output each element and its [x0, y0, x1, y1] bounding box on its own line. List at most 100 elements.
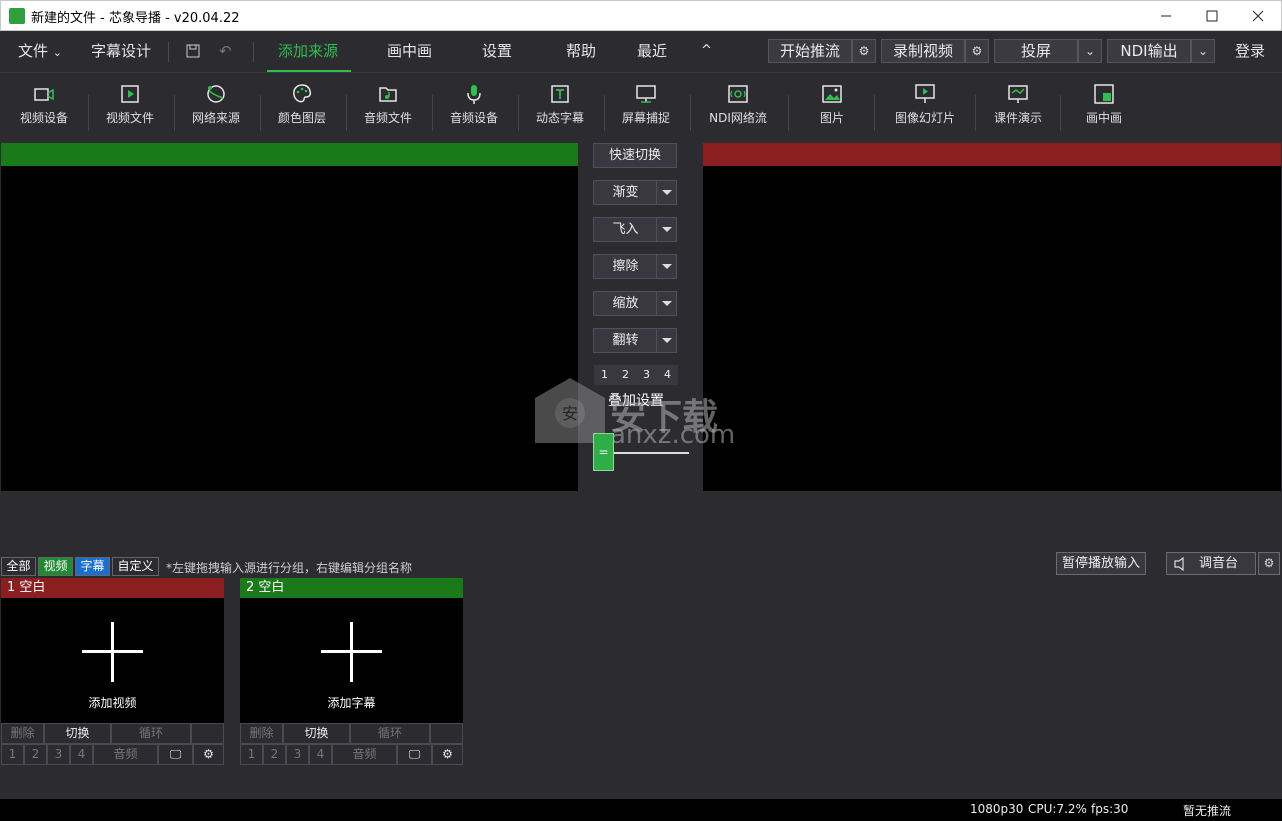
preview-monitor[interactable]	[1, 166, 578, 491]
save-icon[interactable]	[186, 31, 200, 71]
delete-button[interactable]: 删除	[240, 723, 283, 744]
group-tab-video[interactable]: 视频	[38, 557, 73, 576]
tool-video-device[interactable]: 视频设备	[2, 73, 86, 143]
watermark-url: anxz.com	[610, 420, 736, 450]
overlay-3-button[interactable]: 3	[47, 744, 70, 765]
record-settings-gear-icon[interactable]: ⚙	[965, 39, 989, 63]
overlay-4-button[interactable]: 4	[309, 744, 332, 765]
t-bar-handle[interactable]: =	[593, 433, 614, 471]
source-card-2[interactable]: 2 空白 添加字幕 删除 切换 循环 1 2 3 4 音频 🖵 ⚙	[240, 578, 463, 765]
video-device-icon	[34, 88, 54, 101]
menu-pip[interactable]: 画中画	[387, 31, 432, 71]
login-link[interactable]: 登录	[1235, 31, 1265, 71]
monitor-output-icon[interactable]: 🖵	[397, 744, 432, 765]
overlay-2-button[interactable]: 2	[263, 744, 286, 765]
cast-button[interactable]: 投屏	[994, 39, 1078, 63]
group-tab-all[interactable]: 全部	[1, 557, 36, 576]
loop-button[interactable]: 循环	[111, 723, 191, 744]
dropdown-arrow-icon[interactable]	[656, 329, 676, 352]
collapse-icon[interactable]: ^	[701, 31, 712, 71]
transition-zoom[interactable]: 缩放	[593, 291, 677, 316]
menu-recent[interactable]: 最近	[637, 31, 667, 71]
tool-audio-file[interactable]: 音频文件	[346, 73, 430, 143]
mixer-button[interactable]: 调音台	[1166, 552, 1256, 575]
close-button[interactable]	[1235, 1, 1281, 31]
overlay-4-button[interactable]: 4	[70, 744, 93, 765]
monitor-output-icon[interactable]: 🖵	[158, 744, 193, 765]
transition-fly-in[interactable]: 飞入	[593, 217, 677, 242]
group-tab-subtitle[interactable]: 字幕	[75, 557, 110, 576]
tool-color-layer[interactable]: 颜色图层	[260, 73, 344, 143]
record-video-button[interactable]: 录制视频	[881, 39, 965, 63]
overlay-2-button[interactable]: 2	[24, 744, 47, 765]
group-tab-custom[interactable]: 自定义	[112, 557, 159, 576]
pause-input-button[interactable]: 暂停播放输入	[1056, 552, 1146, 575]
source-settings-gear-icon[interactable]: ⚙	[193, 744, 224, 765]
source-thumbnail[interactable]: 添加字幕	[240, 598, 463, 723]
title-bar: 新建的文件 - 芯象导播 - v20.04.22	[0, 0, 1282, 31]
source-thumbnail[interactable]: 添加视频	[1, 598, 224, 723]
blank-button[interactable]	[191, 723, 224, 744]
tool-network-source[interactable]: 网络来源	[174, 73, 258, 143]
tool-pip[interactable]: 画中画	[1062, 73, 1146, 143]
overlay-1-button[interactable]: 1	[240, 744, 263, 765]
quick-switch-button[interactable]: 快速切换	[593, 143, 677, 168]
transition-wipe[interactable]: 擦除	[593, 254, 677, 279]
menu-add-source[interactable]: 添加来源	[278, 31, 338, 71]
dropdown-arrow-icon[interactable]	[656, 181, 676, 204]
program-monitor[interactable]	[703, 166, 1281, 491]
overlay-number-4[interactable]: 4	[657, 365, 678, 385]
tool-dynamic-subtitle[interactable]: 动态字幕	[518, 73, 602, 143]
tool-image-slideshow[interactable]: 图像幻灯片	[883, 73, 967, 143]
app-logo	[9, 8, 25, 24]
transition-flip[interactable]: 翻转	[593, 328, 677, 353]
delete-button[interactable]: 删除	[1, 723, 44, 744]
dropdown-arrow-icon[interactable]	[656, 255, 676, 278]
loop-button[interactable]: 循环	[350, 723, 430, 744]
menu-subtitle-design[interactable]: 字幕设计	[91, 31, 151, 71]
audio-button[interactable]: 音频	[332, 744, 397, 765]
menu-file-label: 文件	[18, 42, 49, 60]
overlay-number-2[interactable]: 2	[615, 365, 636, 385]
tool-screen-capture[interactable]: 屏幕捕捉	[604, 73, 688, 143]
switch-button[interactable]: 切换	[283, 723, 350, 744]
overlay-3-button[interactable]: 3	[286, 744, 309, 765]
mixer-gear-icon[interactable]: ⚙	[1258, 552, 1280, 575]
tool-presentation[interactable]: 课件演示	[976, 73, 1060, 143]
tool-label: 画中画	[1085, 111, 1122, 125]
speaker-icon	[1174, 557, 1184, 571]
tool-image[interactable]: 图片	[790, 73, 874, 143]
preview-header-bar	[1, 143, 578, 166]
transition-fade[interactable]: 渐变	[593, 180, 677, 205]
tool-audio-device[interactable]: 音频设备	[432, 73, 516, 143]
maximize-button[interactable]	[1189, 1, 1235, 31]
cast-dropdown-chevron-icon[interactable]: ⌄	[1078, 39, 1102, 63]
tool-label: 屏幕捕捉	[621, 111, 670, 125]
blank-button[interactable]	[430, 723, 463, 744]
tool-ndi-stream[interactable]: NDI网络流	[696, 73, 780, 143]
switch-button[interactable]: 切换	[44, 723, 111, 744]
minimize-button[interactable]	[1143, 1, 1189, 31]
tool-video-file[interactable]: 视频文件	[88, 73, 172, 143]
overlay-number-1[interactable]: 1	[594, 365, 615, 385]
menu-file[interactable]: 文件 ⌄	[18, 31, 62, 71]
ndi-dropdown-chevron-icon[interactable]: ⌄	[1191, 39, 1215, 63]
start-stream-button[interactable]: 开始推流	[768, 39, 852, 63]
menu-help[interactable]: 帮助	[566, 31, 596, 71]
source-card-1[interactable]: 1 空白 添加视频 删除 切换 循环 1 2 3 4 音频 🖵 ⚙	[1, 578, 224, 765]
overlay-number-3[interactable]: 3	[636, 365, 657, 385]
overlay-1-button[interactable]: 1	[1, 744, 24, 765]
stream-settings-gear-icon[interactable]: ⚙	[852, 39, 876, 63]
source-settings-gear-icon[interactable]: ⚙	[432, 744, 463, 765]
source-controls-row-2: 1 2 3 4 音频 🖵 ⚙	[240, 744, 463, 765]
ndi-output-button[interactable]: NDI输出	[1107, 39, 1191, 63]
transition-label: 擦除	[612, 259, 639, 274]
dropdown-arrow-icon[interactable]	[656, 292, 676, 315]
tool-label: 颜色图层	[277, 111, 326, 125]
tool-label: 课件演示	[993, 111, 1042, 125]
menu-divider	[168, 42, 169, 62]
undo-icon[interactable]: ↶	[219, 31, 232, 71]
dropdown-arrow-icon[interactable]	[656, 218, 676, 241]
menu-settings[interactable]: 设置	[482, 31, 512, 71]
audio-button[interactable]: 音频	[93, 744, 158, 765]
